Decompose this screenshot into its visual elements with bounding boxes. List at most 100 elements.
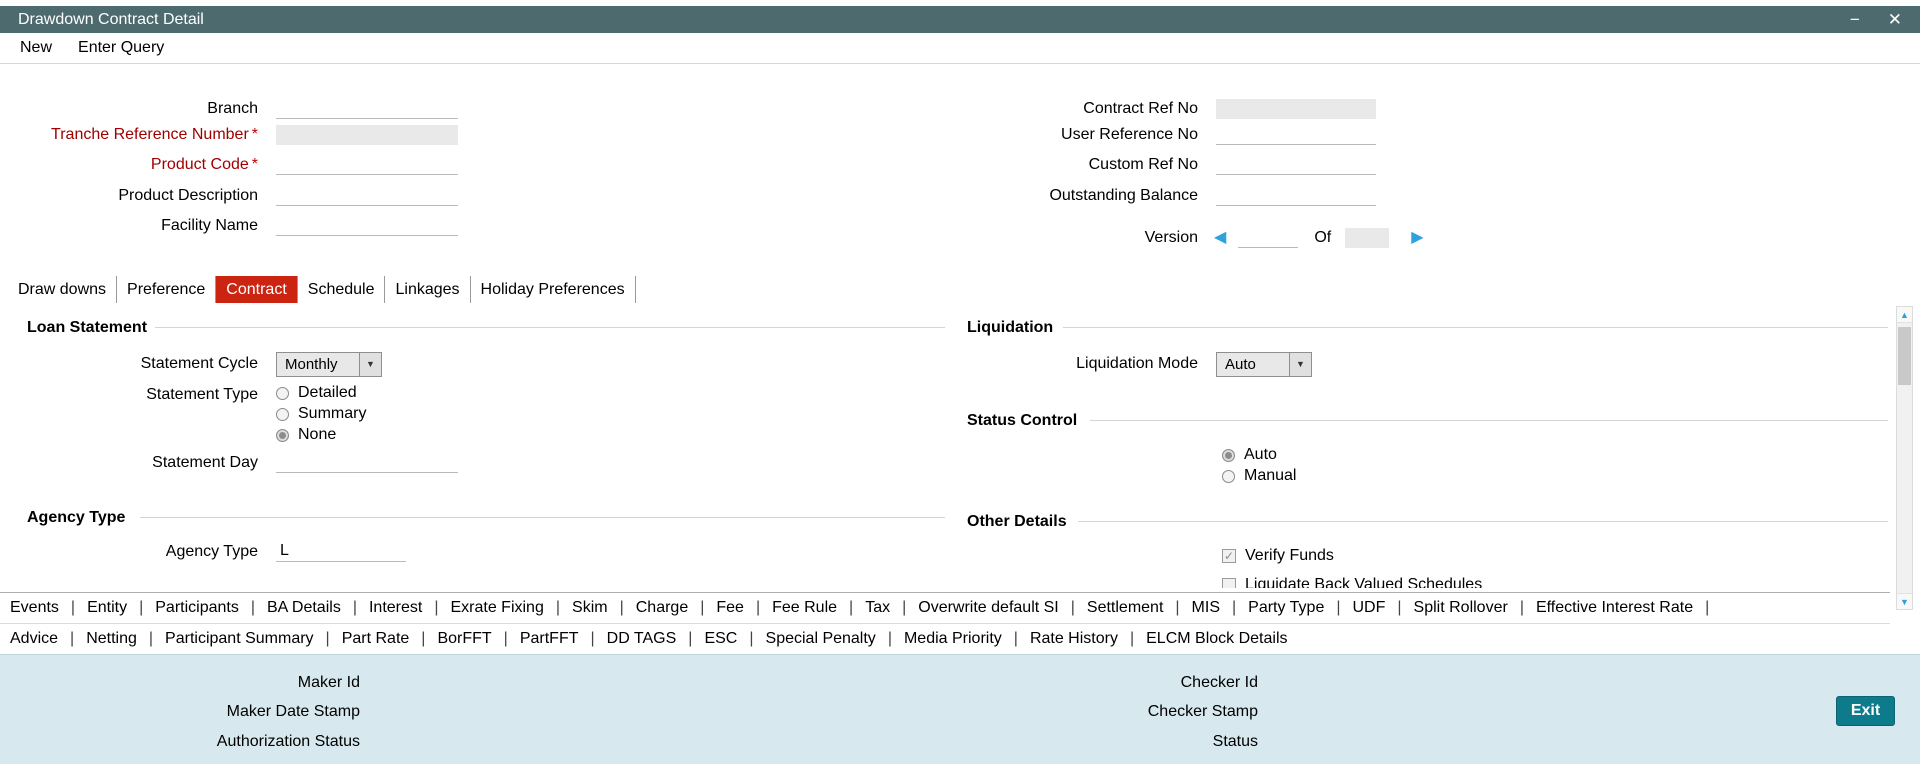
action-link[interactable]: Exrate Fixing <box>450 599 572 617</box>
action-link[interactable]: Media Priority <box>904 630 1030 648</box>
action-link[interactable]: Entity <box>87 599 155 617</box>
action-link[interactable]: ESC <box>704 630 765 648</box>
outstanding-balance-input[interactable] <box>1216 186 1376 206</box>
action-link[interactable]: BA Details <box>267 599 369 617</box>
action-link[interactable]: Interest <box>369 599 451 617</box>
tranche-ref-label-text: Tranche Reference Number <box>51 126 249 143</box>
dropdown-arrow-icon[interactable]: ▼ <box>1289 352 1311 376</box>
action-link[interactable]: Advice <box>10 630 86 648</box>
menu-new[interactable]: New <box>20 39 52 57</box>
status-label: Status <box>1212 733 1258 750</box>
action-link[interactable]: Charge <box>636 599 717 617</box>
version-next-icon[interactable]: ▶ <box>1411 230 1423 246</box>
action-link[interactable]: BorFFT <box>437 630 519 648</box>
action-link[interactable]: Special Penalty <box>766 630 904 648</box>
action-link[interactable]: Netting <box>86 630 165 648</box>
minimize-icon[interactable]: − <box>1850 11 1860 28</box>
version-prev-icon[interactable]: ◀ <box>1214 230 1226 246</box>
action-link[interactable]: ELCM Block Details <box>1146 630 1287 648</box>
product-code-label-text: Product Code <box>150 156 249 173</box>
check-icon: ✓ <box>1223 549 1235 563</box>
product-desc-input[interactable] <box>276 186 458 206</box>
dropdown-arrow-icon[interactable]: ▼ <box>359 352 381 376</box>
required-asterisk: * <box>251 126 258 143</box>
statement-day-row: Statement Day <box>0 452 458 474</box>
radio-status-auto-label: Auto <box>1244 446 1277 463</box>
product-code-input[interactable] <box>276 155 458 175</box>
statement-cycle-select[interactable]: Monthly ▼ <box>276 351 382 377</box>
close-icon[interactable]: ✕ <box>1888 11 1902 28</box>
tab-linkages[interactable]: Linkages <box>385 276 471 303</box>
action-link[interactable]: PartFFT <box>520 630 607 648</box>
radio-detailed[interactable] <box>276 386 289 400</box>
action-link[interactable]: Fee Rule <box>772 599 865 617</box>
action-link[interactable]: Tax <box>865 599 918 617</box>
menu-enter-query[interactable]: Enter Query <box>78 39 164 57</box>
action-link[interactable]: UDF <box>1353 599 1414 617</box>
facility-name-label: Facility Name <box>161 217 258 234</box>
action-link[interactable]: MIS <box>1192 599 1249 617</box>
radio-status-auto[interactable] <box>1222 448 1235 462</box>
titlebar: Drawdown Contract Detail − ✕ <box>0 6 1920 33</box>
radio-none[interactable] <box>276 428 289 442</box>
status-control-title: Status Control <box>967 412 1078 429</box>
exit-button[interactable]: Exit <box>1836 696 1895 726</box>
action-link[interactable]: Participant Summary <box>165 630 342 648</box>
drawdown-contract-window: Drawdown Contract Detail − ✕ New Enter Q… <box>0 0 1920 764</box>
statement-day-input[interactable] <box>276 453 458 473</box>
version-of-input[interactable] <box>1345 228 1390 248</box>
contract-ref-input[interactable] <box>1216 99 1376 119</box>
tranche-ref-input[interactable] <box>276 125 458 145</box>
action-link[interactable]: Party Type <box>1248 599 1352 617</box>
facility-name-row: Facility Name <box>0 214 458 238</box>
window-controls: − ✕ <box>1850 11 1902 28</box>
tab-draw-downs[interactable]: Draw downs <box>8 276 118 303</box>
scroll-down-icon[interactable]: ▼ <box>1897 593 1912 609</box>
action-link[interactable]: DD TAGS <box>607 630 705 648</box>
action-link[interactable]: Participants <box>155 599 267 617</box>
tab-schedule[interactable]: Schedule <box>298 276 386 303</box>
facility-name-input[interactable] <box>276 216 458 236</box>
action-link[interactable]: Fee <box>716 599 772 617</box>
user-ref-row: User Reference No <box>740 123 1376 147</box>
scrollbar-thumb[interactable] <box>1898 327 1911 385</box>
checkbox-verify-funds-label: Verify Funds <box>1245 547 1334 564</box>
action-link[interactable]: Overwrite default SI <box>918 599 1087 617</box>
version-input[interactable] <box>1238 228 1299 248</box>
version-of-label: Of <box>1314 229 1332 246</box>
action-link[interactable]: Split Rollover <box>1414 599 1536 617</box>
section-divider <box>1090 420 1888 421</box>
status-option-auto: Auto <box>1222 444 1277 466</box>
action-link[interactable]: Skim <box>572 599 636 617</box>
scroll-up-icon[interactable]: ▲ <box>1897 307 1912 323</box>
product-desc-row: Product Description <box>0 184 458 208</box>
action-link[interactable]: Rate History <box>1030 630 1146 648</box>
tab-bar: Draw downs Preference Contract Schedule … <box>8 276 636 303</box>
tab-holiday-preferences[interactable]: Holiday Preferences <box>471 276 636 303</box>
liquidation-mode-select[interactable]: Auto ▼ <box>1216 351 1312 377</box>
custom-ref-input[interactable] <box>1216 155 1376 175</box>
contract-ref-row: Contract Ref No <box>740 97 1376 121</box>
tab-preference[interactable]: Preference <box>117 276 217 303</box>
action-link[interactable]: Part Rate <box>342 630 438 648</box>
branch-input[interactable] <box>276 99 458 119</box>
liquidation-title: Liquidation <box>967 319 1054 336</box>
content-scrollbar[interactable]: ▲ ▼ <box>1896 306 1913 610</box>
agency-type-input[interactable]: L <box>276 542 406 562</box>
section-divider <box>140 517 945 518</box>
action-link[interactable]: Settlement <box>1087 599 1192 617</box>
checkbox-liquidate-back-valued[interactable] <box>1222 578 1236 588</box>
checkbox-verify-funds[interactable]: ✓ <box>1222 549 1236 563</box>
action-link[interactable]: Events <box>10 599 87 617</box>
radio-detailed-label: Detailed <box>298 384 357 401</box>
action-link[interactable]: Effective Interest Rate <box>1536 599 1721 617</box>
tab-contract[interactable]: Contract <box>216 276 298 303</box>
branch-row: Branch <box>0 97 458 121</box>
statement-day-label: Statement Day <box>152 454 258 471</box>
user-ref-input[interactable] <box>1216 125 1376 145</box>
radio-status-manual[interactable] <box>1222 469 1235 483</box>
checkbox-row-verify-funds: ✓ Verify Funds <box>1222 545 1334 567</box>
statement-cycle-label: Statement Cycle <box>140 355 258 372</box>
radio-summary[interactable] <box>276 407 289 421</box>
outstanding-balance-label: Outstanding Balance <box>1049 187 1198 204</box>
